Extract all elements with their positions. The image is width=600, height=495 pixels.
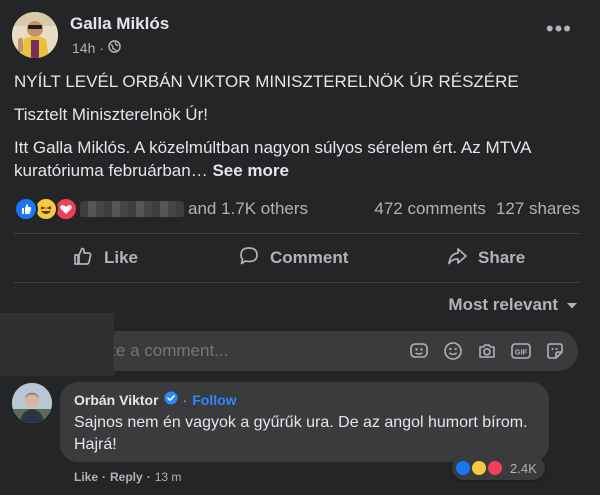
comment-input[interactable] — [86, 341, 386, 361]
post-text-line: Itt Galla Miklós. A közelmúltban nagyon … — [14, 138, 532, 157]
comment-like-link[interactable]: Like — [74, 470, 98, 484]
verified-badge-icon — [164, 391, 178, 408]
comment-sort-dropdown[interactable]: Most relevant — [448, 295, 578, 315]
comment-reaction-count: 2.4K — [510, 460, 537, 476]
blurred-reactor-name — [80, 201, 184, 217]
post-time[interactable]: 14h — [72, 40, 95, 56]
camera-icon[interactable] — [476, 340, 498, 362]
more-icon[interactable]: ••• — [546, 18, 572, 40]
post-text-line: NYÍLT LEVÉL ORBÁN VIKTOR MINISZTERELNÖK … — [14, 72, 519, 91]
comment-author-row: Orbán Viktor · Follow — [74, 391, 237, 408]
sticker-face-icon[interactable] — [408, 340, 430, 362]
like-reaction-icon — [454, 459, 472, 477]
write-comment-box[interactable]: GIF — [70, 331, 578, 371]
post-text-line: Tisztelt Miniszterelnök Úr! — [14, 105, 208, 124]
sort-label: Most relevant — [448, 295, 558, 314]
like-label: Like — [104, 248, 139, 267]
divider — [14, 233, 580, 234]
comment-text: Sajnos nem én vagyok a gyűrűk ura. De az… — [74, 414, 528, 453]
post-author-name[interactable]: Galla Miklós — [70, 14, 169, 34]
comment-author-name[interactable]: Orbán Viktor — [74, 392, 159, 408]
comment-reactions[interactable]: 2.4K — [452, 456, 545, 480]
commenter-avatar[interactable] — [12, 383, 52, 423]
like-icon — [72, 245, 94, 272]
comment-tools: GIF — [408, 340, 566, 362]
reactions-others-text[interactable]: and 1.7K others — [188, 199, 308, 219]
gif-icon[interactable]: GIF — [510, 340, 532, 362]
like-reaction-icon — [14, 197, 38, 221]
comment-label: Comment — [270, 248, 349, 267]
share-button[interactable]: Share — [446, 243, 525, 273]
comment-reply-link[interactable]: Reply — [110, 470, 143, 484]
comments-count[interactable]: 472 comments — [374, 199, 486, 219]
comment-icon — [238, 245, 260, 272]
love-reaction-icon — [486, 459, 504, 477]
post-text-line: kuratóriuma februárban… See more — [14, 161, 289, 181]
shares-count[interactable]: 127 shares — [496, 199, 580, 219]
sticker-icon[interactable] — [544, 340, 566, 362]
post-meta: 14h · — [72, 40, 121, 56]
post-counts: 472 comments 127 shares — [374, 199, 580, 219]
share-label: Share — [478, 248, 526, 267]
globe-icon — [108, 40, 121, 56]
post-text-fragment: kuratóriuma februárban… — [14, 161, 208, 180]
haha-reaction-icon — [470, 459, 488, 477]
comment-button[interactable]: Comment — [238, 243, 348, 273]
facebook-post: Galla Miklós 14h · ••• NYÍLT LEVÉL ORBÁN… — [0, 0, 600, 495]
comment-actions: Like · Reply · 13 m — [74, 470, 182, 484]
svg-text:GIF: GIF — [515, 348, 528, 357]
emoji-icon[interactable] — [442, 340, 464, 362]
see-more-link[interactable]: See more — [212, 161, 289, 180]
follow-button[interactable]: Follow — [192, 392, 236, 408]
reaction-icons[interactable] — [14, 197, 78, 221]
comment-bubble: Orbán Viktor · Follow Sajnos nem én vagy… — [60, 382, 549, 462]
comment-time[interactable]: 13 m — [155, 470, 182, 484]
divider — [14, 282, 580, 283]
like-button[interactable]: Like — [72, 243, 138, 273]
chevron-down-icon — [566, 295, 578, 315]
author-avatar[interactable] — [12, 12, 58, 58]
share-icon — [446, 245, 468, 272]
blurred-overlay — [0, 313, 114, 376]
